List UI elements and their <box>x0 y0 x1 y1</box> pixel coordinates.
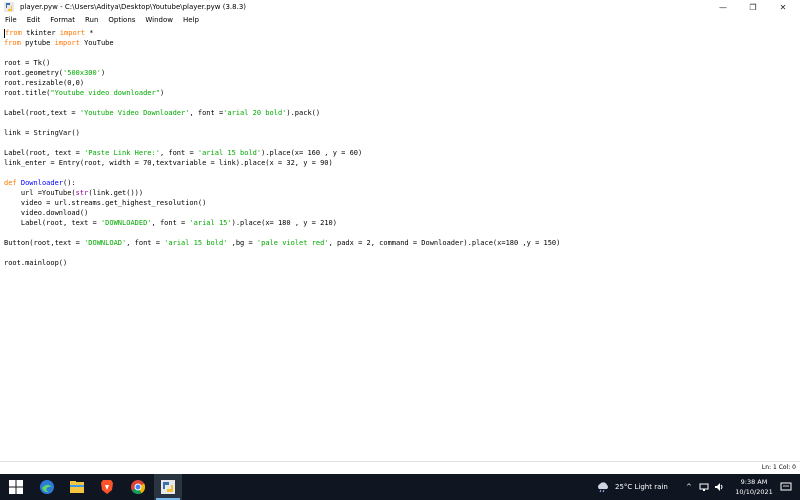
code-line: link = StringVar() <box>4 129 80 137</box>
code-line: Label(root, text = 'Paste Link Here:', f… <box>4 149 363 157</box>
system-clock[interactable]: 9:38 AM 10/10/2021 <box>730 477 778 497</box>
close-button[interactable]: ✕ <box>768 0 798 14</box>
menu-options[interactable]: Options <box>103 16 140 24</box>
menu-edit[interactable]: Edit <box>22 16 46 24</box>
code-line: root.title("Youtube video downloader") <box>4 89 165 97</box>
menu-format[interactable]: Format <box>45 16 80 24</box>
cursor-position: Ln: 1 Col: 0 <box>761 464 796 471</box>
code-line: Label(root, text = 'DOWNLOADED', font = … <box>4 219 337 227</box>
taskbar: 25°C Light rain ^ 9:38 AM 10/10/2021 <box>0 474 800 500</box>
code-line: Button(root,text = 'DOWNLOAD', font = 'a… <box>4 239 561 247</box>
notification-icon[interactable] <box>780 481 792 493</box>
python-idle-taskbar-icon[interactable] <box>158 477 178 497</box>
show-hidden-icons[interactable]: ^ <box>686 474 692 500</box>
weather-text: 25°C Light rain <box>615 483 668 491</box>
code-editor[interactable]: from tkinter import * from pytube import… <box>0 27 800 461</box>
cloud-rain-icon <box>598 482 608 493</box>
code-line: Label(root,text = 'Youtube Video Downloa… <box>4 109 321 117</box>
code-line: root.resizable(0,0) <box>4 79 85 87</box>
code-line: def Downloader(): <box>4 179 76 187</box>
file-explorer-icon[interactable] <box>67 477 87 497</box>
chevron-up-icon: ^ <box>686 483 692 491</box>
menu-file[interactable]: File <box>0 16 22 24</box>
code-line: root.geometry('500x300') <box>4 69 106 77</box>
menu-help[interactable]: Help <box>178 16 204 24</box>
code-line: from tkinter import * <box>4 28 94 38</box>
chrome-icon[interactable] <box>128 477 148 497</box>
brave-icon[interactable] <box>97 477 117 497</box>
clock-date: 10/10/2021 <box>735 488 773 496</box>
window-title: player.pyw - C:\Users\Aditya\Desktop\You… <box>20 3 247 11</box>
weather-widget[interactable]: 25°C Light rain <box>596 474 668 500</box>
title-bar: player.pyw - C:\Users\Aditya\Desktop\You… <box>0 0 800 14</box>
windows-start-icon[interactable] <box>6 477 26 497</box>
volume-icon[interactable] <box>714 482 724 492</box>
menu-run[interactable]: Run <box>80 16 103 24</box>
clock-time: 9:38 AM <box>740 478 768 486</box>
code-line: from pytube import YouTube <box>4 39 114 47</box>
python-idle-icon <box>4 2 14 12</box>
code-line: root = Tk() <box>4 59 51 67</box>
network-icon[interactable] <box>699 482 709 492</box>
code-line: link_enter = Entry(root, width = 70,text… <box>4 159 333 167</box>
menu-window[interactable]: Window <box>140 16 178 24</box>
code-line: video = url.streams.get_highest_resoluti… <box>4 199 207 207</box>
code-line: root.mainloop() <box>4 259 68 267</box>
code-line: video.download() <box>4 209 89 217</box>
edge-icon[interactable] <box>37 477 57 497</box>
menu-bar: File Edit Format Run Options Window Help <box>0 14 800 26</box>
minimize-button[interactable]: — <box>708 0 738 14</box>
status-bar: Ln: 1 Col: 0 <box>0 461 800 474</box>
code-line: url =YouTube(str(link.get())) <box>4 189 144 197</box>
maximize-button[interactable]: ❐ <box>738 0 768 14</box>
